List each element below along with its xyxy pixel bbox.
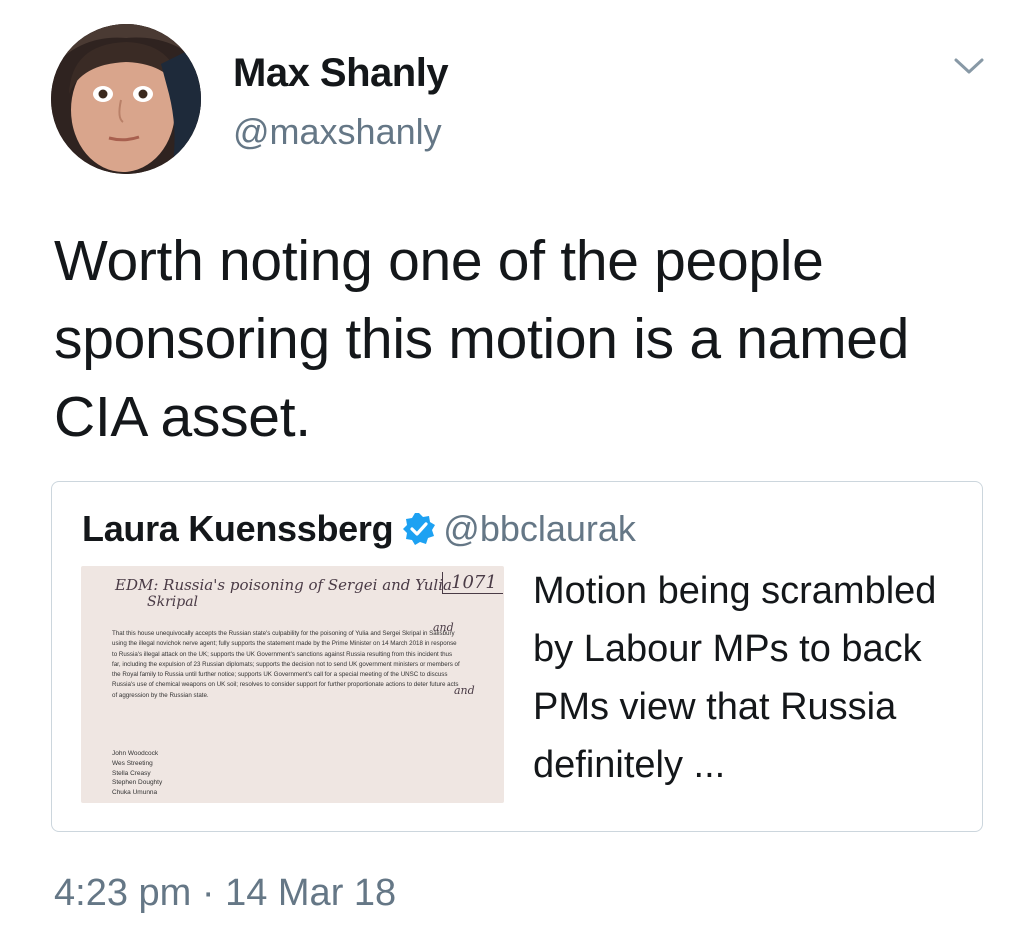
document-number: 1071 [442,572,503,594]
quoted-author-handle: @bbclaurak [443,508,636,549]
document-title-line2: Skripal [147,594,199,610]
verified-badge-icon [401,511,437,547]
sponsor-name: Stephen Doughty [112,779,163,787]
quoted-tweet[interactable]: Laura Kuenssberg @bbclaurak EDM: Russia'… [51,481,983,832]
quoted-tweet-text: Motion being scrambled by Labour MPs to … [533,570,937,786]
tweet-timestamp[interactable]: 4:23 pm · 14 Mar 18 [54,872,396,915]
document-sponsors: John Woodcock Wes Streeting Stella Creas… [112,749,162,798]
author-name[interactable]: Max Shanly [233,51,449,96]
tweet-text: Worth noting one of the people sponsorin… [54,229,910,449]
document-title: EDM: Russia's poisoning of Sergei and Yu… [115,576,452,594]
avatar[interactable] [51,24,201,174]
quoted-tweet-header: Laura Kuenssberg @bbclaurak [82,508,636,550]
quoted-author-name: Laura Kuenssberg [82,508,394,549]
sponsor-name: Chuka Umunna [112,789,158,797]
sponsor-name: John Woodcock [112,750,159,757]
author-handle[interactable]: @maxshanly [233,111,442,153]
sponsor-name: Stella Creasy [112,769,151,777]
sponsor-name: Wes Streeting [112,759,153,767]
chevron-down-icon[interactable] [951,52,987,80]
quoted-tweet-image[interactable]: EDM: Russia's poisoning of Sergei and Yu… [81,566,504,803]
document-body: That this house unequivocally accepts th… [112,630,460,699]
avatar-image [51,24,201,174]
